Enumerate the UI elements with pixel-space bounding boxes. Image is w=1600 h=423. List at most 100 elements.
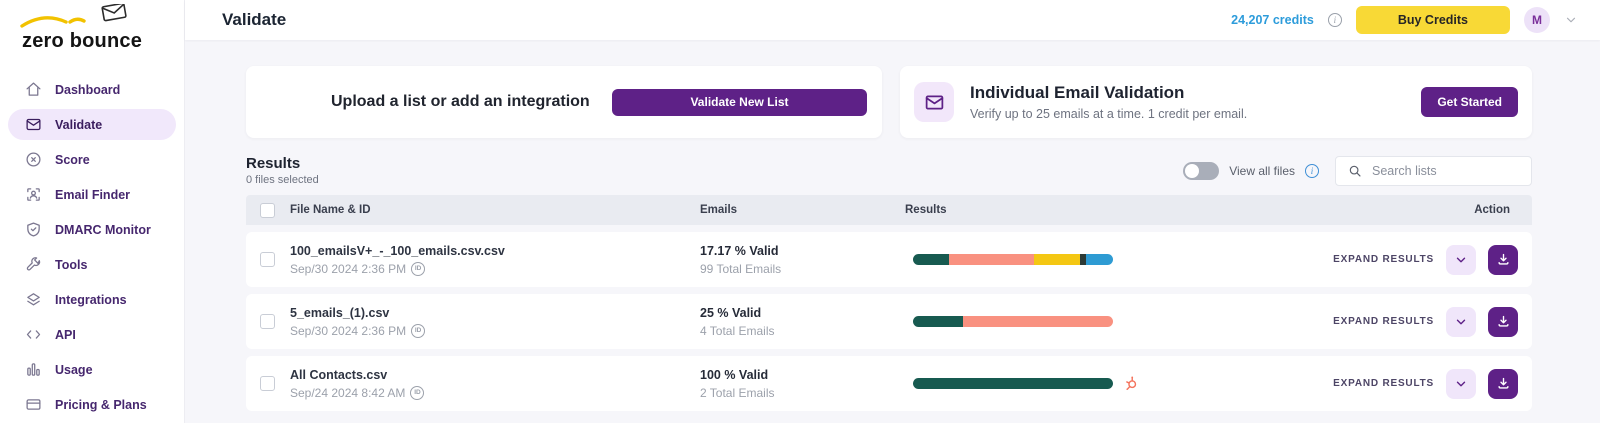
sidebar-item-label: Validate (55, 117, 103, 132)
id-badge-icon[interactable]: ID (411, 261, 426, 276)
sidebar-item-dmarc-monitor[interactable]: DMARC Monitor (8, 214, 176, 245)
get-started-button[interactable]: Get Started (1421, 87, 1518, 117)
chevron-down-icon (1456, 257, 1466, 262)
column-action: Action (1474, 204, 1510, 216)
view-all-info-icon[interactable]: i (1305, 163, 1319, 178)
view-all-files-label: View all files (1229, 163, 1295, 178)
sidebar-item-label: Usage (55, 362, 93, 377)
chevron-down-icon (1456, 319, 1466, 324)
zerobounce-logo[interactable]: zero bounce (0, 0, 184, 62)
sidebar-item-label: API (55, 327, 76, 342)
sidebar-item-score[interactable]: Score (8, 144, 176, 175)
page-title: Validate (222, 10, 287, 29)
sidebar-item-dashboard[interactable]: Dashboard (8, 74, 176, 105)
results-bar (913, 254, 1113, 265)
sidebar-item-label: Email Finder (55, 187, 131, 202)
select-all-checkbox[interactable] (260, 202, 275, 218)
row-expand-chevron-button[interactable] (1446, 368, 1476, 399)
view-all-files-toggle[interactable] (1183, 161, 1220, 180)
sidebar-item-pricing-plans[interactable]: Pricing & Plans (8, 389, 176, 420)
files-selected-count: 0 files selected (246, 174, 319, 186)
sidebar-nav: Dashboard Validate Score Email Finder DM… (0, 74, 184, 420)
row-expand-chevron-button[interactable] (1446, 306, 1476, 337)
results-bar (913, 316, 1113, 327)
row-expand-chevron-button[interactable] (1446, 244, 1476, 275)
results-title: Results (246, 155, 301, 172)
total-emails: 2 Total Emails (700, 385, 775, 400)
sidebar-item-label: Dashboard (55, 82, 121, 97)
table-header-row: File Name & ID Emails Results Action (246, 195, 1532, 225)
row-checkbox[interactable] (260, 376, 275, 391)
score-gauge-icon (24, 151, 42, 169)
column-emails: Emails (700, 204, 738, 216)
individual-validation-card: Individual Email Validation Verify up to… (900, 66, 1532, 138)
total-emails: 99 Total Emails (700, 261, 782, 276)
results-table: File Name & ID Emails Results Action 100… (246, 195, 1532, 411)
sidebar-item-email-finder[interactable]: Email Finder (8, 179, 176, 210)
upload-card-title: Upload a list or add an integration (331, 93, 590, 110)
validate-new-list-button[interactable]: Validate New List (612, 88, 867, 116)
envelope-icon (24, 116, 42, 134)
individual-validation-title: Individual Email Validation (970, 83, 1185, 102)
column-results: Results (905, 204, 947, 216)
sidebar-item-validate[interactable]: Validate (8, 109, 176, 140)
top-header: Validate 24,207 credits i Buy Credits M (185, 0, 1600, 40)
row-download-button[interactable] (1488, 244, 1518, 275)
expand-results-link[interactable]: EXPAND RESULTS (1333, 378, 1434, 389)
chevron-down-icon (1456, 381, 1466, 386)
file-date: Sep/30 2024 2:36 PM ID (290, 261, 700, 276)
wrench-icon (24, 256, 42, 274)
sidebar: zero bounce Dashboard Validate Score Ema… (0, 0, 185, 423)
sidebar-item-api[interactable]: API (8, 319, 176, 350)
file-name[interactable]: All Contacts.csv (290, 368, 700, 382)
expand-results-link[interactable]: EXPAND RESULTS (1333, 254, 1434, 265)
layers-icon (24, 291, 42, 309)
account-chevron-down-icon[interactable] (1564, 13, 1578, 27)
credit-card-icon (24, 396, 42, 414)
valid-percentage: 25 % Valid (700, 305, 762, 320)
logo-wordmark: zero bounce (22, 30, 143, 52)
id-badge-icon[interactable]: ID (411, 323, 426, 338)
file-date: Sep/30 2024 2:36 PM ID (290, 323, 700, 338)
sidebar-item-label: DMARC Monitor (55, 222, 151, 237)
download-icon (1497, 253, 1509, 265)
shield-check-icon (24, 221, 42, 239)
sidebar-item-label: Pricing & Plans (55, 397, 147, 412)
row-download-button[interactable] (1488, 306, 1518, 337)
content: Upload a list or add an integration Vali… (185, 40, 1600, 411)
individual-validation-subtitle: Verify up to 25 emails at a time. 1 cred… (970, 107, 1248, 121)
results-bar (913, 378, 1113, 389)
credits-info-icon[interactable]: i (1327, 13, 1342, 27)
person-scan-icon (24, 186, 42, 204)
bar-chart-icon (24, 361, 42, 379)
download-icon (1497, 377, 1509, 389)
row-checkbox[interactable] (260, 314, 275, 329)
expand-results-link[interactable]: EXPAND RESULTS (1333, 316, 1434, 327)
valid-percentage: 100 % Valid (700, 367, 769, 382)
file-name[interactable]: 5_emails_(1).csv (290, 306, 700, 320)
column-file-name: File Name & ID (290, 204, 371, 216)
sidebar-item-usage[interactable]: Usage (8, 354, 176, 385)
sidebar-item-tools[interactable]: Tools (8, 249, 176, 280)
search-lists-input[interactable] (1372, 163, 1519, 178)
table-row: All Contacts.csv Sep/24 2024 8:42 AM ID 1… (246, 356, 1532, 411)
hubspot-integration-icon (1123, 375, 1140, 392)
search-icon (1349, 165, 1361, 177)
file-name[interactable]: 100_emailsV+_-_100_emails.csv.csv (290, 244, 700, 258)
row-download-button[interactable] (1488, 368, 1518, 399)
id-badge-icon[interactable]: ID (410, 385, 425, 400)
table-row: 100_emailsV+_-_100_emails.csv.csv Sep/30… (246, 232, 1532, 287)
search-lists-box (1335, 155, 1532, 186)
main-area: Validate 24,207 credits i Buy Credits M … (185, 0, 1600, 423)
sidebar-item-label: Tools (55, 257, 88, 272)
total-emails: 4 Total Emails (700, 323, 775, 338)
sidebar-item-label: Score (55, 152, 90, 167)
home-icon (24, 81, 42, 99)
sidebar-item-label: Integrations (55, 292, 127, 307)
sidebar-item-integrations[interactable]: Integrations (8, 284, 176, 315)
credits-balance: 24,207 credits (1231, 13, 1314, 27)
row-checkbox[interactable] (260, 252, 275, 267)
buy-credits-button[interactable]: Buy Credits (1355, 6, 1510, 34)
upload-list-card: Upload a list or add an integration Vali… (246, 66, 882, 138)
avatar[interactable]: M (1524, 7, 1550, 33)
